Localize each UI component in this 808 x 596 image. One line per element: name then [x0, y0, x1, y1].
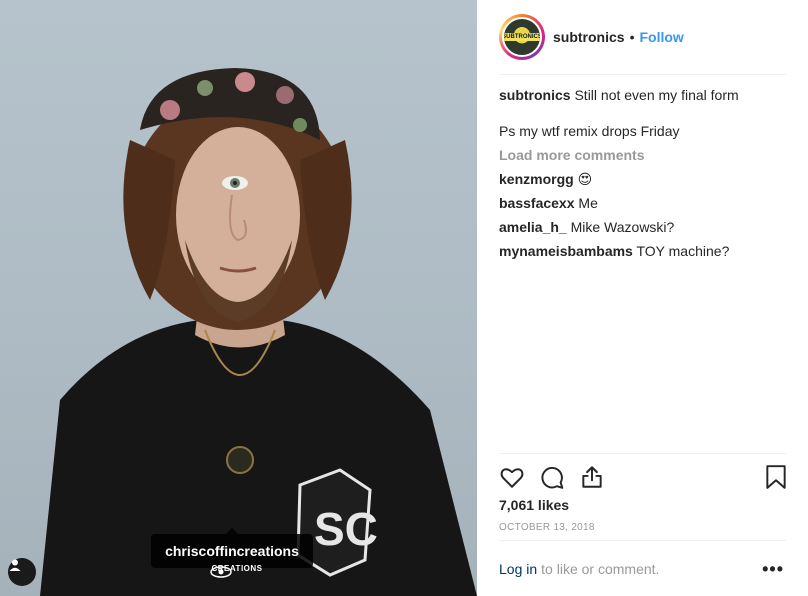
more-options-icon[interactable]: ••• — [762, 559, 784, 580]
comment-item: bassfacexx Me — [499, 194, 789, 212]
comment-username[interactable]: kenzmorgg — [499, 171, 574, 187]
caption-extra-text: Ps my wtf remix drops Friday — [499, 123, 680, 139]
post-date: OCTOBER 13, 2018 — [499, 522, 595, 533]
comment-item: kenzmorgg 😍 — [499, 170, 789, 188]
post-panel: SUBTRONICS subtronics • Follow subtronic… — [477, 0, 808, 596]
comment-text: Mike Wazowski? — [570, 219, 675, 235]
likes-count[interactable]: 7,061 likes — [499, 497, 569, 513]
comment-text: Me — [578, 195, 598, 211]
comment-username[interactable]: amelia_h_ — [499, 219, 567, 235]
avatar[interactable]: SUBTRONICS — [499, 14, 545, 60]
load-more-comments-button[interactable]: Load more comments — [499, 146, 789, 164]
post-header: SUBTRONICS subtronics • Follow — [499, 0, 786, 75]
avatar-image: SUBTRONICS — [502, 17, 542, 57]
comment-item: amelia_h_ Mike Wazowski? — [499, 218, 789, 236]
caption-username[interactable]: subtronics — [499, 87, 571, 103]
comment-text: 😍 — [577, 171, 593, 187]
comment-icon[interactable] — [539, 464, 565, 490]
bookmark-icon[interactable] — [764, 464, 790, 490]
action-bar — [499, 453, 786, 493]
caption-text: Still not even my final form — [574, 87, 739, 103]
post-photo[interactable]: SC chriscoffincreations CREATIONS — [0, 0, 477, 596]
header-separator: • — [629, 29, 635, 45]
comment-text: TOY machine? — [636, 243, 730, 259]
comment-item: mynameisbambams TOY machine? — [499, 242, 789, 260]
eye-icon — [210, 566, 232, 578]
svg-text:SC: SC — [314, 503, 378, 555]
header-username[interactable]: subtronics — [553, 29, 625, 45]
caption: subtronics Still not even my final form — [499, 86, 789, 104]
comment-username[interactable]: mynameisbambams — [499, 243, 633, 259]
login-link[interactable]: Log in — [499, 561, 537, 577]
comment-username[interactable]: bassfacexx — [499, 195, 575, 211]
portrait-image: SC — [40, 68, 477, 596]
follow-button[interactable]: Follow — [639, 29, 683, 45]
person-icon[interactable] — [8, 558, 36, 586]
login-footer: Log in to like or comment. ••• — [499, 540, 786, 596]
login-prompt-text: to like or comment. — [541, 560, 660, 577]
share-icon[interactable] — [579, 464, 605, 490]
comments-section: subtronics Still not even my final form … — [499, 86, 789, 260]
heart-icon[interactable] — [499, 464, 525, 490]
watermark-logo: CREATIONS — [210, 564, 264, 592]
photo-tag[interactable]: chriscoffincreations — [151, 528, 313, 568]
photo-tag-label: chriscoffincreations — [165, 543, 299, 559]
avatar-logo: SUBTRONICS — [502, 33, 542, 41]
